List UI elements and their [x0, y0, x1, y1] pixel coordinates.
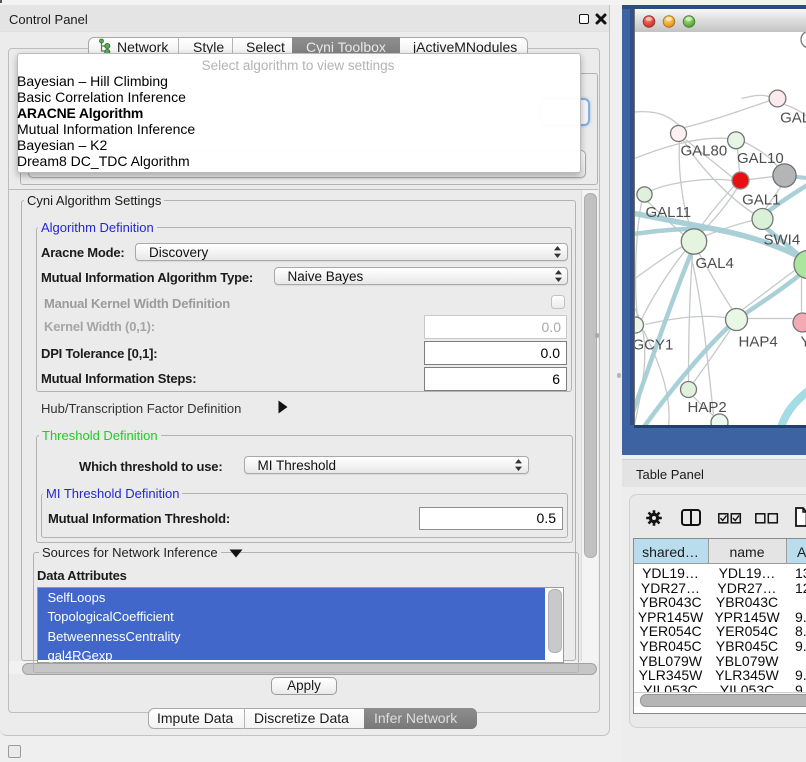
svg-text:GAL11: GAL11 — [645, 204, 691, 221]
svg-text:GAL80: GAL80 — [680, 142, 727, 159]
svg-text:GAL7: GAL7 — [780, 109, 806, 126]
svg-text:SWI4: SWI4 — [763, 231, 800, 248]
svg-text:GAL4: GAL4 — [695, 255, 733, 272]
svg-text:GAL10: GAL10 — [737, 150, 784, 167]
svg-text:GAL1: GAL1 — [742, 191, 780, 208]
svg-text:YDR: YDR — [800, 333, 806, 350]
svg-text:GCY1: GCY1 — [634, 336, 673, 353]
svg-text:HAP2: HAP2 — [687, 399, 726, 416]
svg-text:HAP4: HAP4 — [738, 333, 777, 350]
